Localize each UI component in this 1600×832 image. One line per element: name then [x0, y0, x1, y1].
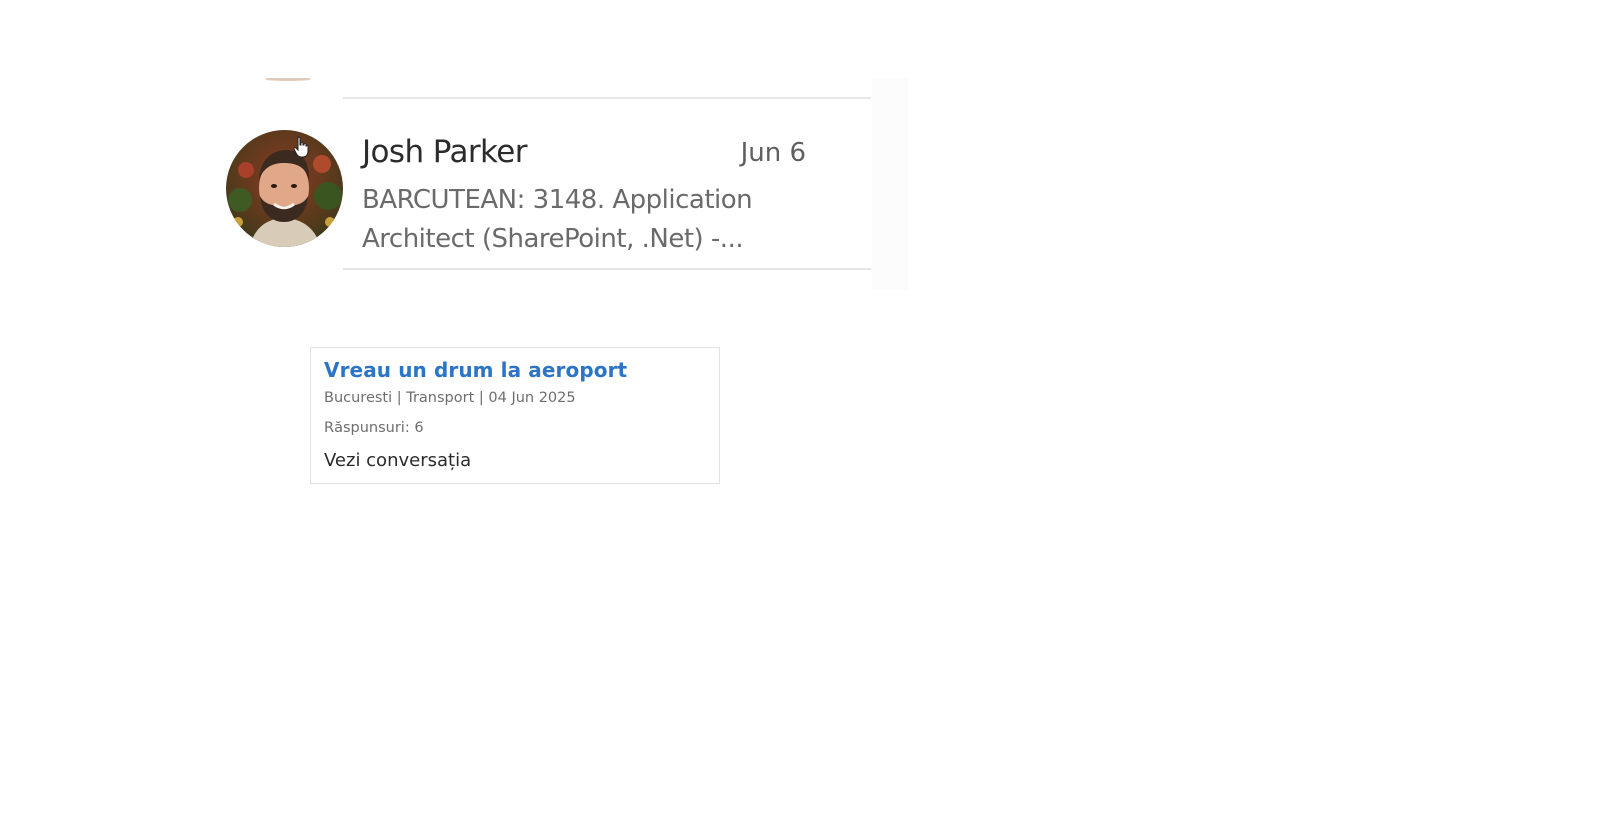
- view-conversation-link[interactable]: Vezi conversația: [324, 450, 471, 471]
- conversation-card: Vreau un drum la aeroport Bucuresti | Tr…: [310, 347, 720, 484]
- row-divider-bottom: [343, 268, 871, 270]
- message-subject: BARCUTEAN: 3148. Application Architect (…: [362, 185, 753, 254]
- message-list-panel: Josh Parker Jun 6 BARCUTEAN: 3148. Appli…: [212, 78, 908, 290]
- card-replies-count: Răspunsuri: 6: [324, 420, 424, 436]
- sender-name: Josh Parker: [362, 134, 527, 170]
- message-date: Jun 6: [740, 138, 806, 168]
- previous-row-text: [362, 78, 622, 82]
- avatar-photo: [226, 130, 343, 247]
- card-meta: Bucuresti | Transport | 04 Jun 2025: [324, 390, 576, 406]
- row-divider-top: [343, 97, 871, 99]
- sender-avatar[interactable]: [226, 130, 343, 247]
- message-list: Josh Parker Jun 6 BARCUTEAN: 3148. Appli…: [212, 78, 872, 290]
- previous-row-avatar: [266, 78, 310, 81]
- hand-pointer-icon: [293, 136, 309, 158]
- card-title-link[interactable]: Vreau un drum la aeroport: [324, 358, 627, 382]
